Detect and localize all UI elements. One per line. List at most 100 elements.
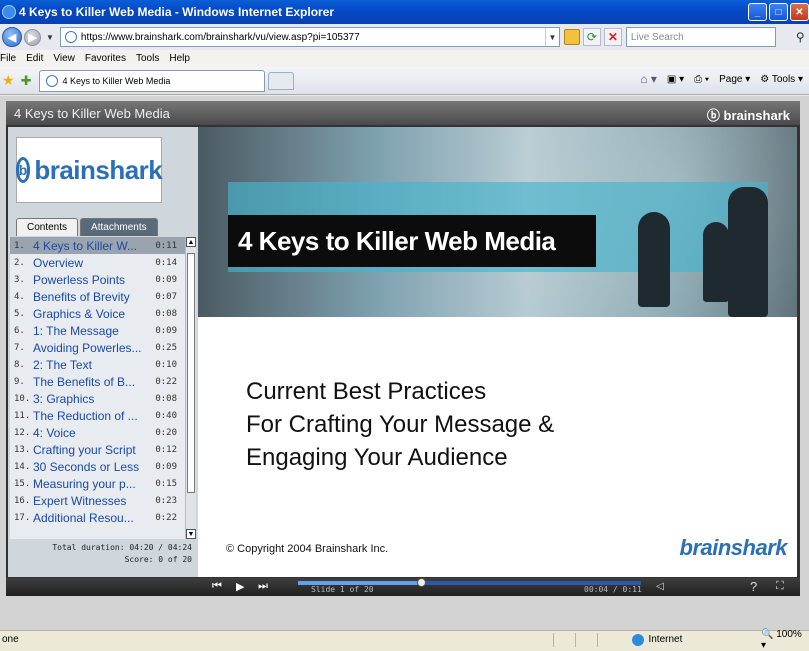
address-bar[interactable]: https://www.brainshark.com/brainshark/vu… (59, 27, 560, 47)
progress-knob[interactable] (417, 578, 427, 587)
stop-button[interactable]: ✕ (603, 28, 622, 46)
contents-scrollbar[interactable]: ▲ ▼ (185, 237, 196, 539)
close-icon[interactable]: ✕ (790, 3, 809, 21)
menu-tools[interactable]: Tools (136, 53, 159, 64)
scroll-thumb[interactable] (187, 253, 195, 493)
tab-title: 4 Keys to Killer Web Media (62, 75, 171, 86)
list-item[interactable]: 4. Benefits of Brevity 0:07 (10, 288, 196, 305)
list-item[interactable]: 5. Graphics & Voice 0:08 (10, 305, 196, 322)
menu-favorites[interactable]: Favorites (85, 53, 126, 64)
slide-title: 4 Keys to Killer Web Media (228, 215, 596, 267)
list-item[interactable]: 7. Avoiding Powerles... 0:25 (10, 339, 196, 356)
status-cell (574, 632, 597, 647)
home-icon[interactable]: ⌂ ▾ (640, 72, 657, 86)
page-menu-button[interactable]: Page ▾ (719, 74, 750, 85)
list-item[interactable]: 10. 3: Graphics 0:08 (10, 390, 196, 407)
lock-icon[interactable] (563, 29, 580, 45)
maximize-icon[interactable]: □ (769, 3, 788, 21)
item-label: Overview (33, 255, 84, 270)
window-title-bar: 4 Keys to Killer Web Media - Windows Int… (0, 0, 809, 24)
tab-contents[interactable]: Contents (16, 218, 79, 236)
slide-subtitle: Current Best Practices For Crafting Your… (246, 375, 554, 474)
player-sidebar: b brainshark Contents Attachments ▲ ▼ 1.… (8, 127, 198, 577)
item-duration: 0:22 (155, 512, 177, 523)
list-item[interactable]: 12. 4: Voice 0:20 (10, 424, 196, 441)
security-zone[interactable]: Internet (632, 633, 751, 646)
item-label: 4: Voice (33, 425, 76, 440)
item-number: 3. (14, 274, 25, 285)
page-menu-label: Page (719, 73, 743, 85)
slide-view[interactable]: 4 Keys to Killer Web Media Current Best … (198, 127, 797, 577)
print-icon[interactable]: ⎙ ▾ (694, 74, 709, 85)
add-favorite-icon[interactable]: ✚ (21, 73, 32, 89)
fullscreen-icon[interactable]: ⛶ (776, 580, 784, 593)
search-input[interactable]: Live Search (625, 27, 776, 47)
list-item[interactable]: 3. Powerless Points 0:09 (10, 271, 196, 288)
feeds-icon[interactable]: ▣ ▾ (667, 74, 684, 85)
forward-button[interactable]: ▶ (24, 28, 41, 46)
zone-label: Internet (648, 634, 683, 645)
brainshark-logo-icon: b (15, 157, 31, 183)
brainshark-logo[interactable]: b brainshark (15, 137, 163, 203)
list-item[interactable]: 6. 1: The Message 0:09 (10, 322, 196, 339)
subtitle-line: For Crafting Your Message & (246, 411, 555, 438)
previous-slide-icon[interactable]: ⏮ (212, 580, 222, 593)
player-title-bar: 4 Keys to Killer Web Media ⓑ brainshark (6, 101, 800, 125)
item-number: 16. (14, 495, 31, 506)
refresh-button[interactable]: ⟳ (582, 28, 601, 46)
player-title: 4 Keys to Killer Web Media (14, 105, 170, 121)
next-slide-icon[interactable]: ⏭ (258, 580, 268, 593)
item-label: 2: The Text (33, 357, 92, 372)
page-icon (46, 74, 59, 87)
item-duration: 0:09 (155, 461, 177, 472)
volume-icon[interactable]: ◁ (656, 581, 664, 592)
list-item[interactable]: 17. Additional Resou... 0:22 (10, 509, 196, 526)
menu-edit[interactable]: Edit (26, 53, 43, 64)
item-label: Additional Resou... (33, 510, 134, 525)
browser-tab[interactable]: 4 Keys to Killer Web Media (39, 69, 266, 92)
sidebar-tabs: Contents Attachments (16, 218, 158, 236)
tools-menu-button[interactable]: ⚙ Tools ▾ (760, 74, 803, 85)
list-item[interactable]: 9. The Benefits of B... 0:22 (10, 373, 196, 390)
list-item[interactable]: 13. Crafting your Script 0:12 (10, 441, 196, 458)
page-content: 4 Keys to Killer Web Media ⓑ brainshark … (0, 96, 809, 630)
menu-help[interactable]: Help (169, 53, 190, 64)
list-item[interactable]: 1. 4 Keys to Killer W... 0:11 (10, 237, 196, 254)
menu-file[interactable]: File (0, 53, 16, 64)
window-title: 4 Keys to Killer Web Media - Windows Int… (19, 5, 335, 19)
slide-counter: Slide 1 of 20 (311, 585, 374, 594)
score: Score: 0 of 20 (124, 555, 192, 564)
scroll-down-icon[interactable]: ▼ (186, 529, 196, 539)
new-tab-button[interactable] (268, 71, 295, 90)
help-icon[interactable]: ? (750, 579, 757, 594)
favorites-star-icon[interactable]: ★ (2, 72, 15, 89)
tab-attachments[interactable]: Attachments (80, 218, 158, 236)
item-label: Powerless Points (33, 272, 126, 287)
window-controls: _ □ ✕ (748, 3, 809, 21)
history-dropdown-icon[interactable]: ▼ (46, 33, 54, 42)
item-number: 6. (14, 325, 25, 336)
back-button[interactable]: ◀ (2, 27, 22, 47)
address-dropdown-icon[interactable]: ▼ (544, 28, 559, 46)
list-item[interactable]: 11. The Reduction of ... 0:40 (10, 407, 196, 424)
address-input[interactable]: https://www.brainshark.com/brainshark/vu… (81, 32, 545, 43)
list-item[interactable]: 15. Measuring your p... 0:15 (10, 475, 196, 492)
search-icon[interactable]: ⚲ (796, 30, 805, 44)
menu-view[interactable]: View (53, 53, 75, 64)
person-silhouette (728, 187, 768, 317)
item-label: Measuring your p... (33, 476, 136, 491)
item-number: 4. (14, 291, 25, 302)
scroll-up-icon[interactable]: ▲ (186, 237, 196, 247)
item-label: Graphics & Voice (33, 306, 126, 321)
ie-icon (2, 5, 16, 19)
list-item[interactable]: 16. Expert Witnesses 0:23 (10, 492, 196, 509)
item-duration: 0:09 (155, 274, 177, 285)
list-item[interactable]: 14. 30 Seconds or Less 0:09 (10, 458, 196, 475)
list-item[interactable]: 8. 2: The Text 0:10 (10, 356, 196, 373)
zoom-level[interactable]: 🔍 100% ▾ (761, 629, 809, 651)
minimize-icon[interactable]: _ (748, 3, 767, 21)
list-item[interactable]: 2. Overview 0:14 (10, 254, 196, 271)
play-icon[interactable]: ▶ (236, 580, 244, 593)
totals: Total duration: 04:20 / 04:24 Score: 0 o… (52, 542, 192, 566)
item-number: 17. (14, 512, 31, 523)
